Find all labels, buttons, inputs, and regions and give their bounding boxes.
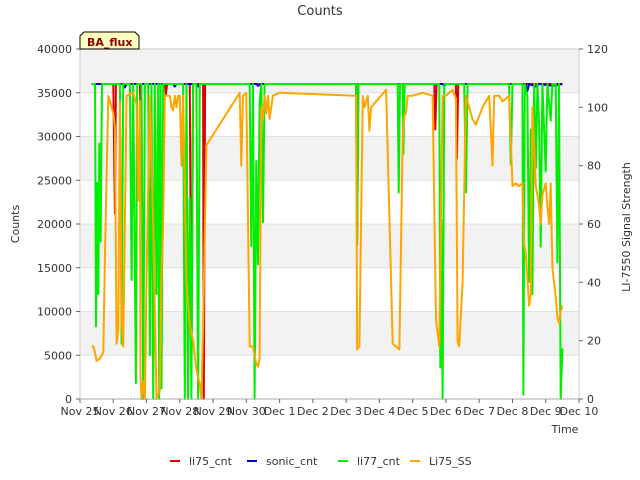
y-axis-title: Counts — [9, 205, 22, 244]
x-tick-label: Dec 9 — [530, 405, 562, 418]
y2-tick-label: 120 — [587, 43, 608, 56]
y-tick-label: 35000 — [37, 87, 72, 100]
y2-tick-label: 20 — [587, 335, 601, 348]
chart-canvas: Nov 25Nov 26Nov 27Nov 28Nov 29Nov 30Dec … — [9, 4, 633, 468]
x-tick-label: Dec 2 — [297, 405, 329, 418]
legend-label-li75_cnt: li75_cnt — [189, 455, 233, 468]
badge-label: BA_flux — [87, 36, 132, 49]
x-axis: Nov 25Nov 26Nov 27Nov 28Nov 29Nov 30Dec … — [61, 398, 599, 418]
x-tick-label: Dec 7 — [463, 405, 495, 418]
y2-tick-label: 60 — [587, 218, 601, 231]
y-tick-label: 40000 — [37, 43, 72, 56]
legend-label-Li75_SS: Li75_SS — [429, 455, 472, 468]
y-tick-label: 25000 — [37, 174, 72, 187]
y2-tick-label: 0 — [587, 393, 594, 406]
y-axis-left: 0 5000 10000 15000 20000 25000 30000 35000 40000 — [37, 43, 80, 406]
legend-label-sonic_cnt: sonic_cnt — [266, 455, 318, 468]
legend-label-li77_cnt: li77_cnt — [357, 455, 401, 468]
x-tick-label: Dec 10 — [560, 405, 599, 418]
x-tick-label: Dec 8 — [497, 405, 529, 418]
legend: li75_cnt sonic_cnt li77_cnt Li75_SS — [170, 455, 472, 468]
site-badge: BA_flux — [79, 31, 140, 50]
y-tick-label: 10000 — [37, 306, 72, 319]
y-tick-label: 15000 — [37, 262, 72, 275]
y-tick-label: 0 — [65, 393, 72, 406]
y-tick-label: 5000 — [44, 349, 72, 362]
x-tick-label: Dec 3 — [330, 405, 362, 418]
x-tick-label: Dec 6 — [430, 405, 462, 418]
x-tick-label: Dec 5 — [397, 405, 429, 418]
y2-tick-label: 100 — [587, 101, 608, 114]
y2-tick-label: 80 — [587, 160, 601, 173]
x-tick-label: Dec 4 — [364, 405, 396, 418]
x-tick-label: Nov 30 — [227, 405, 266, 418]
x-tick-label: Dec 1 — [264, 405, 296, 418]
x-axis-title: Time — [551, 423, 579, 436]
y-tick-label: 20000 — [37, 218, 72, 231]
y2-axis-title: LI-7550 Signal Strength — [620, 162, 633, 292]
y-axis-right: 0 20 40 60 80 100 120 — [579, 43, 608, 406]
chart-title: Counts — [297, 4, 343, 19]
y2-tick-label: 40 — [587, 276, 601, 289]
y-tick-label: 30000 — [37, 131, 72, 144]
